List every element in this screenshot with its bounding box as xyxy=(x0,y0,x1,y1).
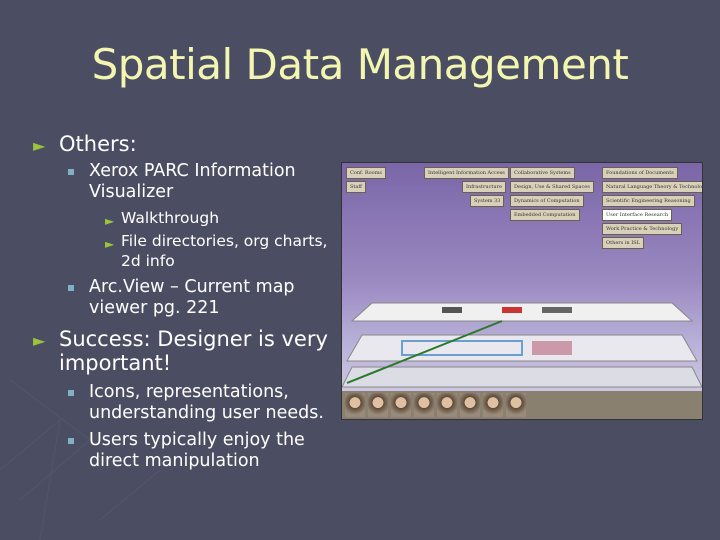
label-box: Staff xyxy=(346,181,366,193)
square-bullet-icon xyxy=(68,169,74,175)
triangle-bullet-icon: ► xyxy=(33,136,46,155)
triangle-bullet-icon: ► xyxy=(105,214,115,228)
label-box: Intelligent Information Access xyxy=(424,167,509,179)
label-box: Design, Use & Shared Spaces xyxy=(510,181,594,193)
label-box: Natural Language Theory & Technology xyxy=(602,181,702,193)
label-box: Collaborative Systems xyxy=(510,167,575,179)
photo xyxy=(483,393,503,417)
photo xyxy=(460,393,480,417)
label-box: Infrastructure xyxy=(462,181,506,193)
label-box: Embedded Computation xyxy=(510,209,580,221)
square-bullet-icon xyxy=(68,390,74,396)
label-box: System 33 xyxy=(470,195,505,207)
slide-title: Spatial Data Management xyxy=(91,40,629,89)
square-bullet-icon xyxy=(68,285,74,291)
label-box: Scientific Engineering Reasoning xyxy=(602,195,695,207)
label-box: Conf. Rooms xyxy=(346,167,386,179)
square-bullet-icon xyxy=(68,438,74,444)
photo xyxy=(368,393,388,417)
photo xyxy=(437,393,457,417)
photo xyxy=(414,393,434,417)
photo xyxy=(345,393,365,417)
staff-photos xyxy=(342,391,702,419)
triangle-bullet-icon: ► xyxy=(105,237,115,251)
information-visualizer-screenshot: Conf. Rooms Staff Intelligent Informatio… xyxy=(341,162,703,420)
triangle-bullet-icon: ► xyxy=(33,331,46,350)
label-box: Dynamics of Computation xyxy=(510,195,584,207)
photo xyxy=(391,393,411,417)
label-box: Foundations of Documents xyxy=(602,167,678,179)
label-box: User Interface Research xyxy=(602,209,673,221)
label-box: Others in ISL xyxy=(602,237,644,249)
3d-floor-planes xyxy=(342,302,702,388)
photo xyxy=(506,393,526,417)
label-box: Work Practice & Technology xyxy=(602,223,683,235)
